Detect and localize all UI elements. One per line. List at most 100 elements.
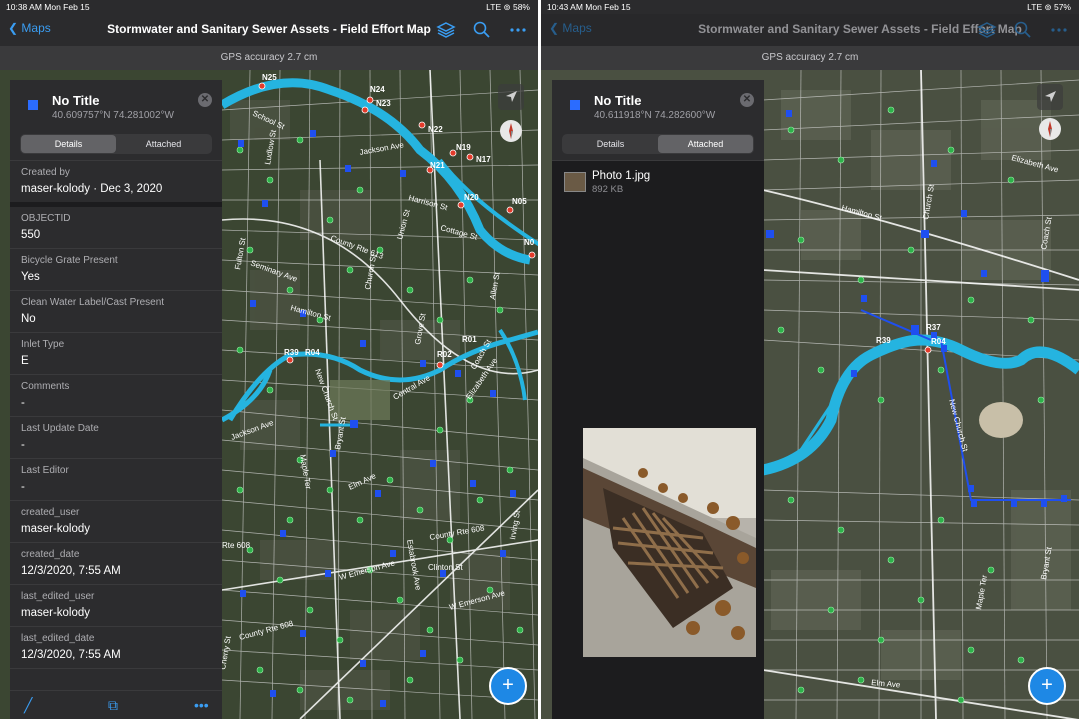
node-label: N24 xyxy=(370,85,385,94)
node-label: R37 xyxy=(926,323,941,332)
tab-switch: Details Attached xyxy=(562,134,754,154)
more-icon[interactable] xyxy=(508,20,528,40)
node-label: R39 xyxy=(876,336,891,345)
nav-bar: ❮ Maps Stormwater and Sanitary Sewer Ass… xyxy=(541,14,1079,46)
field-label: created_date xyxy=(21,549,80,560)
location-arrow-icon xyxy=(1045,91,1056,102)
attribute-row: Inlet Type E xyxy=(10,333,222,375)
node-label: N22 xyxy=(428,125,443,134)
back-button[interactable]: ❮ Maps xyxy=(549,21,592,35)
node-label: N20 xyxy=(464,193,479,202)
attachment-size: 892 KB xyxy=(592,184,624,195)
tab-switch: Details Attached xyxy=(20,134,212,154)
layers-icon[interactable] xyxy=(436,20,456,40)
attribute-row: Last Editor - xyxy=(10,459,222,501)
field-label: Last Update Date xyxy=(21,423,99,434)
field-value: Yes xyxy=(21,271,40,283)
field-value: 550 xyxy=(21,229,41,241)
attachment-item[interactable]: Photo 1.jpg 892 KB xyxy=(564,170,754,202)
status-right: LTE ⊚ 57% xyxy=(1027,2,1071,12)
close-icon: ✕ xyxy=(742,94,752,105)
field-value: - xyxy=(21,481,25,493)
location-button[interactable] xyxy=(1037,84,1063,110)
attribute-row: created_user maser-kolody xyxy=(10,501,222,543)
feature-detail-panel: No Title 40.609757°N 74.281002°W ✕ Detai… xyxy=(10,80,222,719)
panel-header: No Title 40.609757°N 74.281002°W ✕ Detai… xyxy=(10,80,222,161)
attachment-photo-preview[interactable] xyxy=(583,428,756,657)
status-time: 10:43 AM Mon Feb 15 xyxy=(547,2,631,12)
nav-bar: ❮ Maps Stormwater and Sanitary Sewer Ass… xyxy=(0,14,538,46)
field-value: maser-kolody · Dec 3, 2020 xyxy=(21,183,163,195)
field-value: maser-kolody xyxy=(21,523,91,535)
location-button[interactable] xyxy=(498,84,524,110)
field-value: maser-kolody xyxy=(21,607,91,619)
tab-attached[interactable]: Attached xyxy=(116,135,211,153)
compass-icon[interactable] xyxy=(1039,118,1061,140)
field-label: OBJECTID xyxy=(21,213,71,224)
field-value: No xyxy=(21,313,36,325)
attribute-row: last_edited_user maser-kolody xyxy=(10,585,222,627)
node-label: R04 xyxy=(931,337,946,346)
back-label: Maps xyxy=(562,21,592,35)
field-label: last_edited_user xyxy=(21,591,95,602)
field-label: Created by xyxy=(21,167,70,178)
status-bar: 10:38 AM Mon Feb 15 LTE ⊚ 58% xyxy=(0,0,538,14)
tab-details[interactable]: Details xyxy=(563,135,658,153)
tab-details[interactable]: Details xyxy=(21,135,116,153)
gps-accuracy: GPS accuracy 2.7 cm xyxy=(0,46,538,70)
chevron-left-icon: ❮ xyxy=(549,21,560,35)
feature-symbol-icon xyxy=(570,100,580,110)
panel-header: No Title 40.611918°N 74.282600°W ✕ Detai… xyxy=(552,80,764,161)
field-label: Inlet Type xyxy=(21,339,65,350)
search-icon[interactable] xyxy=(1013,20,1033,40)
node-label: N25 xyxy=(262,73,277,82)
location-arrow-icon xyxy=(506,91,517,102)
node-label: N05 xyxy=(512,197,527,206)
node-label: R02 xyxy=(437,350,452,359)
more-icon[interactable]: ••• xyxy=(194,697,209,713)
feature-coordinates: 40.611918°N 74.282600°W xyxy=(594,110,716,121)
attribute-row: created_date 12/3/2020, 7:55 AM xyxy=(10,543,222,585)
node-label: R39 xyxy=(284,348,299,357)
close-icon: ✕ xyxy=(200,94,210,105)
tab-attached[interactable]: Attached xyxy=(658,135,753,153)
status-time: 10:38 AM Mon Feb 15 xyxy=(6,2,90,12)
node-label: N21 xyxy=(430,161,445,170)
field-value: - xyxy=(21,397,25,409)
more-icon[interactable] xyxy=(1049,20,1069,40)
close-button[interactable]: ✕ xyxy=(198,93,212,107)
street-label: Rte 608 xyxy=(222,541,251,550)
field-label: Bicycle Grate Present xyxy=(21,255,118,266)
status-bar: 10:43 AM Mon Feb 15 LTE ⊚ 57% xyxy=(541,0,1079,14)
duplicate-icon[interactable]: ⧉ xyxy=(108,697,118,714)
attribute-row: OBJECTID 550 xyxy=(10,207,222,249)
add-feature-button[interactable]: + xyxy=(489,667,527,705)
feature-title: No Title xyxy=(594,93,642,108)
field-label: last_edited_date xyxy=(21,633,95,644)
field-label: Clean Water Label/Cast Present xyxy=(21,297,165,308)
field-value: 12/3/2020, 7:55 AM xyxy=(21,565,121,577)
compass-icon[interactable] xyxy=(500,120,522,142)
left-screenshot: 10:38 AM Mon Feb 15 LTE ⊚ 58% ❮ Maps Sto… xyxy=(0,0,538,719)
feature-coordinates: 40.609757°N 74.281002°W xyxy=(52,110,174,121)
node-label: N23 xyxy=(376,99,391,108)
attribute-row: Clean Water Label/Cast Present No xyxy=(10,291,222,333)
add-feature-button[interactable]: + xyxy=(1028,667,1066,705)
panel-toolbar: ╱ ⧉ ••• xyxy=(10,690,222,719)
edit-icon[interactable]: ╱ xyxy=(24,697,32,714)
field-value: 12/3/2020, 7:55 AM xyxy=(21,649,121,661)
plus-icon: + xyxy=(502,674,514,696)
node-label: N17 xyxy=(476,155,491,164)
node-label: R04 xyxy=(305,348,320,357)
status-right: LTE ⊚ 58% xyxy=(486,2,530,12)
field-label: Last Editor xyxy=(21,465,69,476)
node-label: N19 xyxy=(456,143,471,152)
close-button[interactable]: ✕ xyxy=(740,93,754,107)
field-label: created_user xyxy=(21,507,80,518)
gps-accuracy: GPS accuracy 2.7 cm xyxy=(541,46,1079,70)
layers-icon[interactable] xyxy=(977,20,997,40)
search-icon[interactable] xyxy=(472,20,492,40)
attribute-row: last_edited_date 12/3/2020, 7:55 AM xyxy=(10,627,222,669)
street-label: Clinton St xyxy=(428,563,463,572)
attribute-row: Last Update Date - xyxy=(10,417,222,459)
